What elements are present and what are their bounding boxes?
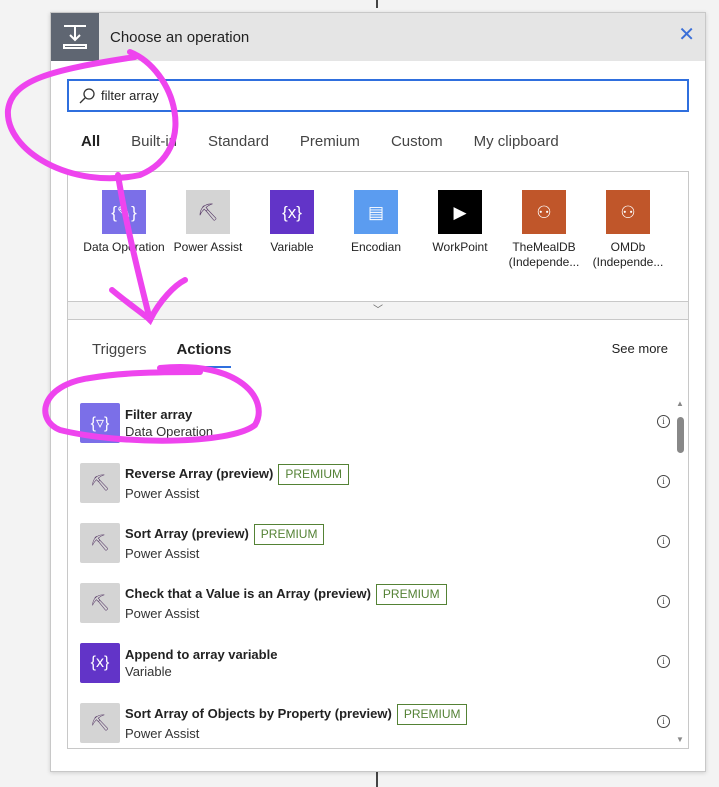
connector-2[interactable]: {x} Variable <box>250 190 334 270</box>
action-item[interactable]: {▿} Filter array Data Operation i <box>80 393 670 453</box>
action-title: Sort Array of Objects by Property (previ… <box>125 706 392 721</box>
flow-connector-bottom <box>376 772 378 787</box>
action-item[interactable]: ⛏ Check that a Value is an Array (preview… <box>80 573 670 633</box>
premium-badge: PREMIUM <box>375 584 447 605</box>
action-subtitle: Variable <box>125 664 172 679</box>
premium-badge: PREMIUM <box>253 524 325 545</box>
connector-3[interactable]: ▤ Encodian <box>334 190 418 270</box>
connector-icon: {x} <box>270 190 314 234</box>
action-icon: {▿} <box>80 403 120 443</box>
action-title: Append to array variable <box>125 647 278 662</box>
action-subtitle: Power Assist <box>125 726 200 741</box>
close-icon[interactable]: ✕ <box>678 25 695 45</box>
choose-operation-dialog: Choose an operation ✕ All Built-in Standar… <box>50 12 706 772</box>
connector-label: Data Operation <box>83 240 165 254</box>
action-subtitle: Power Assist <box>125 486 200 501</box>
action-icon: ⛏ <box>80 703 120 743</box>
tab-actions[interactable]: Actions <box>176 341 232 368</box>
filter-tab-all[interactable]: All <box>81 133 100 150</box>
chevron-down-icon: ﹀ <box>373 305 383 316</box>
search-input[interactable] <box>101 88 601 103</box>
connector-label: Encodian <box>350 240 402 254</box>
search-icon <box>79 87 95 103</box>
dialog-header: Choose an operation ✕ <box>51 13 705 61</box>
connector-label: WorkPoint <box>432 240 488 254</box>
connector-label: OMDb (Independe... <box>592 240 664 269</box>
scroll-down-icon[interactable]: ▼ <box>676 735 684 744</box>
connectors-panel: {✎} Data Operation ⛏ Power Assist {x} Variabl… <box>67 171 689 319</box>
actions-list: {▿} Filter array Data Operation i ⛏ Reverse A… <box>80 393 670 753</box>
action-subtitle: Data Operation <box>125 424 214 439</box>
info-icon[interactable]: i <box>657 595 670 608</box>
actions-panel: Triggers Actions See more {▿} Filter arra… <box>67 319 689 749</box>
connector-icon: {✎} <box>102 190 146 234</box>
info-icon[interactable]: i <box>657 715 670 728</box>
connector-icon: ⚇ <box>606 190 650 234</box>
connector-label: Variable <box>270 240 314 254</box>
see-more-link[interactable]: See more <box>612 341 668 356</box>
action-title: Check that a Value is an Array (preview) <box>125 586 371 601</box>
dialog-title: Choose an operation <box>110 28 250 46</box>
operation-icon <box>51 13 99 61</box>
info-icon[interactable]: i <box>657 415 670 428</box>
action-icon: ⛏ <box>80 463 120 503</box>
filter-tab-premium[interactable]: Premium <box>300 133 360 150</box>
info-icon[interactable]: i <box>657 655 670 668</box>
scrollbar[interactable]: ▲ ▼ <box>674 399 686 744</box>
action-item[interactable]: ⛏ Reverse Array (preview) PREMIUM Power Ass… <box>80 453 670 513</box>
connector-0[interactable]: {✎} Data Operation <box>82 190 166 270</box>
tab-triggers[interactable]: Triggers <box>92 341 146 368</box>
filter-tab-my-clipboard[interactable]: My clipboard <box>474 133 559 150</box>
connector-icon: ▶ <box>438 190 482 234</box>
connector-6[interactable]: ⚇ OMDb (Independe... <box>586 190 670 270</box>
connector-icon: ⛏ <box>186 190 230 234</box>
flow-connector-top <box>376 0 378 8</box>
action-icon: ⛏ <box>80 523 120 563</box>
action-icon: {x} <box>80 643 120 683</box>
action-title: Filter array <box>125 407 193 422</box>
premium-badge: PREMIUM <box>278 464 350 485</box>
connector-1[interactable]: ⛏ Power Assist <box>166 190 250 270</box>
connector-icon: ⚇ <box>522 190 566 234</box>
info-icon[interactable]: i <box>657 475 670 488</box>
filter-tab-custom[interactable]: Custom <box>391 133 443 150</box>
connector-icon: ▤ <box>354 190 398 234</box>
connector-4[interactable]: ▶ WorkPoint <box>418 190 502 270</box>
connector-label: TheMealDB (Independe... <box>508 240 580 269</box>
action-item[interactable]: ⛏ Sort Array (preview) PREMIUM Power Assist… <box>80 513 670 573</box>
action-subtitle: Power Assist <box>125 546 200 561</box>
action-icon: ⛏ <box>80 583 120 623</box>
connector-label: Power Assist <box>173 240 243 254</box>
premium-badge: PREMIUM <box>396 704 468 725</box>
action-title: Reverse Array (preview) <box>125 466 274 481</box>
action-title: Sort Array (preview) <box>125 526 249 541</box>
filter-tabs: All Built-in Standard Premium Custom My clipb… <box>81 133 590 150</box>
scroll-up-icon[interactable]: ▲ <box>676 399 684 408</box>
action-item[interactable]: ⛏ Sort Array of Objects by Property (prev… <box>80 693 670 753</box>
connector-5[interactable]: ⚇ TheMealDB (Independe... <box>502 190 586 270</box>
filter-tab-standard[interactable]: Standard <box>208 133 269 150</box>
info-icon[interactable]: i <box>657 535 670 548</box>
expand-connectors-button[interactable]: ﹀ <box>67 301 689 320</box>
scrollbar-thumb[interactable] <box>677 417 684 453</box>
search-input-box[interactable] <box>67 79 689 112</box>
action-item[interactable]: {x} Append to array variable Variable i <box>80 633 670 693</box>
filter-tab-built-in[interactable]: Built-in <box>131 133 177 150</box>
action-subtitle: Power Assist <box>125 606 200 621</box>
